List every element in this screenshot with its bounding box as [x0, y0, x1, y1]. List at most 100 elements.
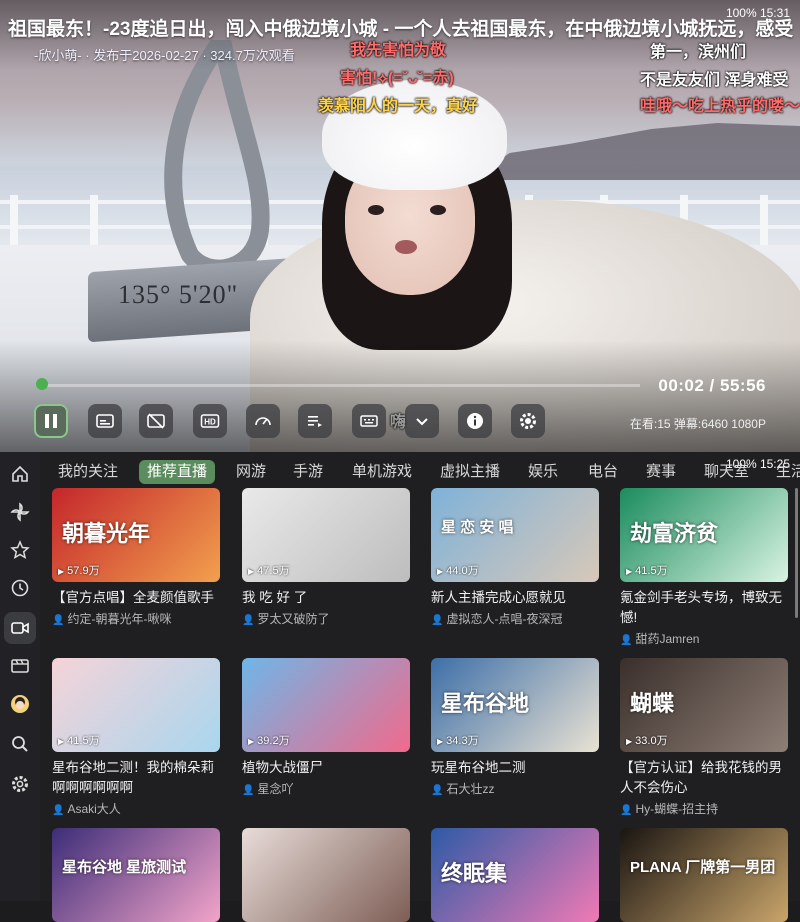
tab-radio[interactable]: 电台	[580, 460, 626, 484]
category-tabs: 我的关注 推荐直播 网游 手游 单机游戏 虚拟主播 娱乐 电台 赛事 聊天室 生…	[46, 456, 800, 488]
live-room-card[interactable]: 星布谷地 星旅测试	[52, 828, 220, 922]
tab-online-games[interactable]: 网游	[228, 460, 274, 484]
danmaku-input-button[interactable]	[352, 404, 386, 438]
thumbnail-text: 朝暮光年	[62, 521, 151, 546]
live-room-card[interactable]: 蝴蝶 33.0万【官方认证】给我花钱的男人不会伤心 Hy-蝴蝶-招主持	[620, 658, 788, 817]
room-thumbnail: 朝暮光年 57.9万	[52, 488, 220, 582]
room-title: 【官方点唱】全麦颜值歌手	[52, 590, 214, 605]
live-room-card[interactable]: PLANA 厂牌第一男团	[620, 828, 788, 922]
keyboard-icon	[360, 415, 378, 427]
distant-hills	[470, 123, 800, 180]
progress-bar[interactable]	[40, 384, 640, 387]
chevron-down-icon	[416, 418, 428, 426]
room-title: 植物大战僵尸	[242, 760, 323, 775]
sidebar-live[interactable]	[4, 612, 36, 644]
danmaku-comment: 我先害怕为敬	[350, 42, 447, 59]
room-thumbnail: 蝴蝶 33.0万	[620, 658, 788, 752]
sidebar-movies[interactable]	[4, 650, 36, 682]
svg-text:HD: HD	[204, 418, 216, 427]
quality-button[interactable]: HD	[193, 404, 227, 438]
avatar	[11, 695, 29, 713]
thumbnail-text: 终眠集	[441, 861, 508, 886]
sidebar-history[interactable]	[4, 572, 36, 604]
room-thumbnail: 终眠集	[431, 828, 599, 922]
tab-single-player[interactable]: 单机游戏	[344, 460, 420, 484]
speed-button[interactable]	[246, 404, 280, 438]
viewer-count: 33.0万	[626, 732, 667, 748]
viewer-count: 41.5万	[58, 732, 99, 748]
tab-mobile-games[interactable]: 手游	[285, 460, 331, 484]
sidebar-home[interactable]	[4, 458, 36, 490]
sidebar-profile[interactable]	[4, 688, 36, 720]
hd-icon: HD	[200, 414, 220, 428]
info-icon	[467, 413, 483, 429]
room-thumbnail: 星布谷地 34.3万	[431, 658, 599, 752]
status-bar: 100% 15:31	[725, 6, 790, 20]
tab-life[interactable]: 生活	[768, 460, 800, 484]
thumbnail-text: 星布谷地	[441, 691, 530, 716]
tab-following[interactable]: 我的关注	[50, 460, 126, 484]
viewer-count: 44.0万	[437, 562, 478, 578]
subtitle-icon	[96, 414, 114, 428]
live-room-card[interactable]: 终眠集	[431, 828, 599, 922]
player-settings-button[interactable]	[511, 404, 545, 438]
sidebar-discover[interactable]	[4, 496, 36, 528]
settings-icon	[520, 413, 536, 429]
playback-time: 00:02 / 55:56	[658, 376, 766, 395]
danmaku-off-icon	[147, 413, 165, 429]
live-room-grid: 朝暮光年 57.9万【官方点唱】全麦颜值歌手约定-朝暮光年-啾咪 47.5万我 吃 …	[52, 488, 792, 922]
speed-icon	[255, 417, 271, 426]
streamer-name: 甜药Jamren	[620, 630, 788, 647]
room-title: 氪金剑手老头专场，博致无憾!	[620, 590, 782, 625]
sidebar-settings[interactable]	[4, 768, 36, 800]
live-room-card[interactable]: 47.5万我 吃 好 了罗太又破防了	[242, 488, 410, 627]
live-room-card[interactable]: 星布谷地 34.3万玩星布谷地二测石大壮zz	[431, 658, 599, 797]
streamer-name: Asaki大人	[52, 800, 220, 817]
viewer-count: 39.2万	[248, 732, 289, 748]
danmaku-comment: 羡慕阳人的一天，真好	[318, 98, 479, 115]
subtitle-button[interactable]	[88, 404, 122, 438]
tab-recommended[interactable]: 推荐直播	[139, 460, 216, 484]
live-room-card[interactable]	[242, 828, 410, 922]
live-room-card[interactable]: 41.5万星布谷地二测！我的棉朵莉啊啊啊啊啊啊 Asaki大人	[52, 658, 220, 817]
scrollbar[interactable]	[795, 488, 798, 618]
collapse-button[interactable]	[405, 404, 439, 438]
sidebar-favorites[interactable]	[4, 534, 36, 566]
room-thumbnail: 39.2万	[242, 658, 410, 752]
room-title: 我 吃 好 了	[242, 590, 308, 605]
viewer-count: 34.3万	[437, 732, 478, 748]
film-icon	[11, 659, 29, 673]
live-room-card[interactable]: 朝暮光年 57.9万【官方点唱】全麦颜值歌手约定-朝暮光年-啾咪	[52, 488, 220, 627]
tab-esports[interactable]: 赛事	[638, 460, 684, 484]
live-room-card[interactable]: 星 恋 安 唱 44.0万新人主播完成心愿就见虚拟恋人-点唱-夜深冠	[431, 488, 599, 627]
tab-vtuber[interactable]: 虚拟主播	[432, 460, 508, 484]
drop-sculpture	[164, 40, 270, 278]
sidebar-search[interactable]	[4, 728, 36, 760]
thumbnail-text: PLANA 厂牌第一男团	[630, 859, 776, 876]
live-stats: 在看:15 弹幕:6460 1080P	[629, 417, 766, 431]
playlist-button[interactable]	[298, 404, 332, 438]
streamer-name: 罗太又破防了	[242, 610, 410, 627]
streamer-name: 约定-朝暮光年-啾咪	[52, 610, 220, 627]
danmaku-toggle-button[interactable]	[139, 404, 173, 438]
home-icon	[12, 465, 28, 482]
tab-chat-room[interactable]: 聊天室	[696, 460, 757, 484]
danmaku-comment: 害怕!⟡(=˘ᴗ˘=赤)	[340, 70, 454, 87]
monument-text: 135° 5'20"	[118, 280, 239, 309]
room-thumbnail	[242, 828, 410, 922]
live-room-card[interactable]: 劫富济贫 41.5万氪金剑手老头专场，博致无憾! 甜药Jamren	[620, 488, 788, 647]
room-thumbnail: 劫富济贫 41.5万	[620, 488, 788, 582]
progress-knob[interactable]	[36, 378, 48, 390]
live-room-card[interactable]: 39.2万植物大战僵尸星念吖	[242, 658, 410, 797]
clock-icon	[11, 579, 29, 597]
pause-button[interactable]	[34, 404, 68, 438]
thumbnail-text: 劫富济贫	[630, 521, 719, 546]
room-title: 【官方认证】给我花钱的男人不会伤心	[620, 760, 782, 795]
danmaku-comment: 哇哦～吃上热乎的喽～	[640, 98, 800, 115]
viewer-count: 47.5万	[248, 562, 289, 578]
info-button[interactable]	[458, 404, 492, 438]
streamer-name: 虚拟恋人-点唱-夜深冠	[431, 610, 599, 627]
video-player[interactable]: 135° 5'20" 祖国最东！-23度追日出，闯入中俄边境小城 - 一个人去祖…	[0, 0, 800, 452]
tab-entertainment[interactable]: 娱乐	[520, 460, 566, 484]
search-icon	[12, 736, 28, 752]
